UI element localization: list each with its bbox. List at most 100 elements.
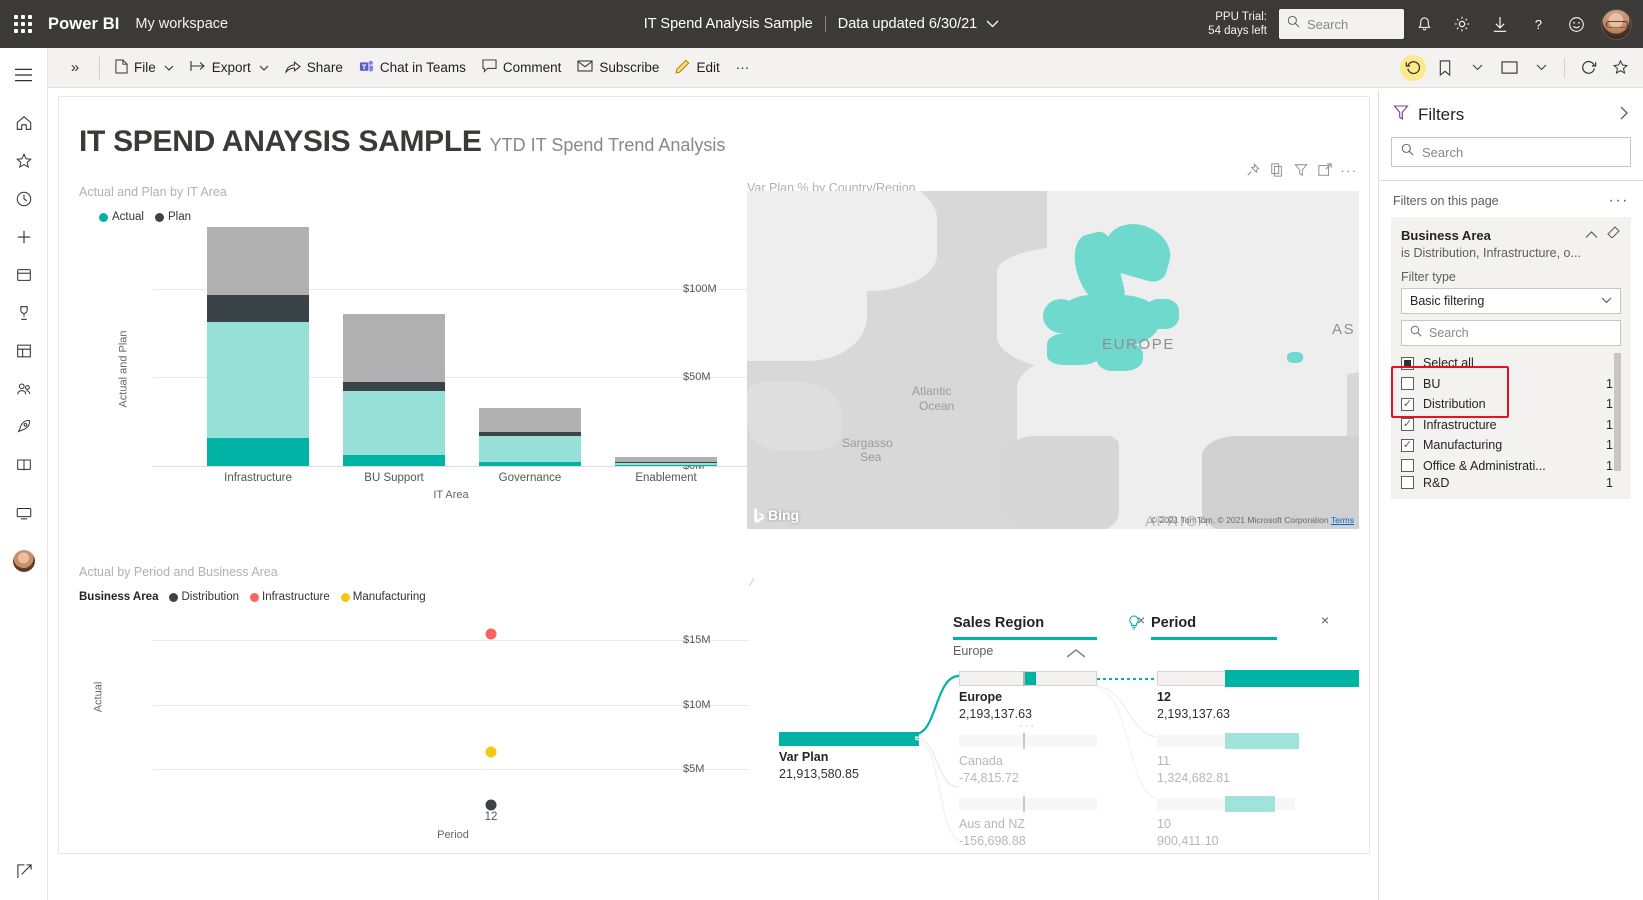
chat-in-teams-button[interactable]: T Chat in Teams bbox=[351, 51, 474, 85]
bar-infrastructure[interactable] bbox=[207, 227, 309, 466]
sidebar-item-learn[interactable] bbox=[0, 446, 48, 484]
checkbox-partial-icon[interactable] bbox=[1401, 357, 1414, 370]
focus-mode-icon[interactable] bbox=[1315, 160, 1335, 180]
visual-decomposition-tree[interactable]: ⁄ Sales Region × Europe Period × Var Pla… bbox=[747, 567, 1359, 849]
legend-item-distribution[interactable]: Distribution bbox=[169, 591, 239, 603]
filter-card-business-area[interactable]: Business Area is Distribution, Infrastru… bbox=[1391, 217, 1631, 499]
eraser-icon[interactable] bbox=[1607, 226, 1621, 244]
file-menu-button[interactable]: File bbox=[107, 51, 182, 85]
feedback-smiley-icon[interactable] bbox=[1558, 0, 1594, 48]
bookmarks-chevron-down-icon[interactable] bbox=[1462, 53, 1492, 83]
sidebar-item-favorites[interactable] bbox=[0, 142, 48, 180]
sidebar-item-deployment[interactable] bbox=[0, 408, 48, 446]
filter-option-office-administration[interactable]: Office & Administrati... 1 bbox=[1401, 456, 1621, 477]
expand-filter-pane-icon[interactable] bbox=[1620, 106, 1629, 123]
attribution-terms-link[interactable]: Terms bbox=[1331, 515, 1354, 525]
sidebar-item-workspaces[interactable] bbox=[0, 494, 48, 532]
data-updated-label[interactable]: Data updated 6/30/21 bbox=[838, 16, 977, 32]
refresh-button[interactable] bbox=[1573, 53, 1603, 83]
filter-type-dropdown[interactable]: Basic filtering bbox=[1401, 288, 1621, 314]
tree-node-more-icon[interactable]: ··· bbox=[1019, 720, 1036, 732]
filter-values-search-input[interactable] bbox=[1429, 326, 1589, 340]
sidebar-item-apps[interactable] bbox=[0, 332, 48, 370]
subscribe-button[interactable]: Subscribe bbox=[569, 51, 667, 85]
filters-search[interactable] bbox=[1391, 137, 1631, 167]
app-launcher-icon[interactable] bbox=[0, 0, 46, 48]
workspace-link[interactable]: My workspace bbox=[135, 16, 228, 32]
sidebar-item-my-workspace[interactable] bbox=[0, 542, 48, 580]
checkbox-checked-icon[interactable] bbox=[1401, 418, 1414, 431]
map-canvas[interactable]: EUROPE AS Atlantic Ocean Sargasso Sea AF… bbox=[747, 191, 1359, 529]
edit-button[interactable]: Edit bbox=[667, 51, 727, 85]
filter-option-distribution[interactable]: Distribution 1 bbox=[1401, 394, 1621, 415]
sidebar-item-shared[interactable] bbox=[0, 370, 48, 408]
tree-level-header-sales-region[interactable]: Sales Region bbox=[953, 615, 1044, 631]
bar-enablement[interactable] bbox=[615, 457, 717, 466]
download-icon[interactable] bbox=[1482, 0, 1518, 48]
tree-node-bar-aus-nz[interactable] bbox=[959, 798, 1097, 810]
checkbox-unchecked-icon[interactable] bbox=[1401, 459, 1414, 472]
expand-navigation-icon[interactable]: » bbox=[58, 51, 92, 85]
sidebar-item-recent[interactable] bbox=[0, 180, 48, 218]
checkbox-checked-icon[interactable] bbox=[1401, 439, 1414, 452]
filter-list-scrollbar[interactable] bbox=[1614, 353, 1621, 471]
data-point-infrastructure[interactable] bbox=[486, 629, 497, 640]
visual-actual-and-plan-by-it-area[interactable]: Actual and Plan by IT Area Actual Plan A… bbox=[79, 185, 749, 537]
account-avatar[interactable] bbox=[1601, 9, 1632, 40]
filter-values-search[interactable] bbox=[1401, 320, 1621, 346]
filter-icon[interactable] bbox=[1291, 160, 1311, 180]
legend-item-actual[interactable]: Actual bbox=[99, 211, 144, 223]
view-button[interactable] bbox=[1494, 53, 1524, 83]
report-name[interactable]: IT Spend Analysis Sample bbox=[644, 16, 813, 32]
ai-lightbulb-icon[interactable] bbox=[1127, 615, 1141, 636]
sidebar-item-home[interactable] bbox=[0, 104, 48, 142]
visual-var-plan-by-country-region[interactable]: ··· Var Plan % by Country/Region bbox=[747, 159, 1359, 549]
search-input[interactable] bbox=[1307, 17, 1393, 32]
resize-handle-icon[interactable]: ⁄ bbox=[751, 577, 753, 589]
filters-search-input[interactable] bbox=[1422, 145, 1602, 160]
view-chevron-down-icon[interactable] bbox=[1526, 53, 1556, 83]
pin-icon[interactable] bbox=[1243, 160, 1263, 180]
filter-option-select-all[interactable]: Select all bbox=[1401, 353, 1621, 374]
global-search[interactable] bbox=[1279, 9, 1404, 39]
settings-gear-icon[interactable] bbox=[1444, 0, 1480, 48]
help-icon[interactable]: ? bbox=[1520, 0, 1556, 48]
powerbi-brand[interactable]: Power BI bbox=[48, 15, 119, 34]
share-button[interactable]: Share bbox=[277, 51, 351, 85]
chevron-up-icon[interactable] bbox=[1585, 226, 1598, 244]
filter-option-rd[interactable]: R&D 1 bbox=[1401, 476, 1621, 489]
sidebar-item-datahub[interactable] bbox=[0, 256, 48, 294]
remove-level-icon[interactable]: × bbox=[1321, 612, 1329, 628]
chevron-down-icon[interactable] bbox=[986, 16, 999, 32]
legend-item-infrastructure[interactable]: Infrastructure bbox=[250, 591, 330, 603]
collapse-chevron-up-icon[interactable] bbox=[1065, 647, 1087, 665]
data-point-manufacturing[interactable] bbox=[486, 747, 497, 758]
checkbox-unchecked-icon[interactable] bbox=[1401, 476, 1414, 489]
legend-item-plan[interactable]: Plan bbox=[155, 211, 191, 223]
bar-governance[interactable] bbox=[479, 408, 581, 466]
filter-option-bu[interactable]: BU 1 bbox=[1401, 374, 1621, 395]
bing-logo[interactable]: Bing bbox=[753, 507, 799, 523]
hamburger-menu-icon[interactable] bbox=[0, 56, 48, 94]
checkbox-checked-icon[interactable] bbox=[1401, 398, 1414, 411]
sidebar-item-create[interactable] bbox=[0, 218, 48, 256]
sidebar-item-goals[interactable] bbox=[0, 294, 48, 332]
more-options-icon[interactable]: ··· bbox=[1339, 160, 1359, 180]
copy-icon[interactable] bbox=[1267, 160, 1287, 180]
open-new-window-icon[interactable] bbox=[0, 852, 48, 890]
reset-to-default-button[interactable] bbox=[1398, 53, 1428, 83]
export-menu-button[interactable]: Export bbox=[182, 51, 277, 85]
data-point-distribution[interactable] bbox=[486, 800, 497, 811]
legend-item-manufacturing[interactable]: Manufacturing bbox=[341, 591, 426, 603]
tree-root-bar[interactable] bbox=[779, 732, 919, 746]
filter-option-manufacturing[interactable]: Manufacturing 1 bbox=[1401, 435, 1621, 456]
bar-bu-support[interactable] bbox=[343, 314, 445, 466]
comment-button[interactable]: Comment bbox=[474, 51, 570, 85]
filter-option-infrastructure[interactable]: Infrastructure 1 bbox=[1401, 415, 1621, 436]
checkbox-unchecked-icon[interactable] bbox=[1401, 377, 1414, 390]
notifications-icon[interactable] bbox=[1406, 0, 1442, 48]
tree-node-bar-canada[interactable] bbox=[959, 735, 1097, 747]
filters-section-more-icon[interactable]: ··· bbox=[1609, 192, 1629, 210]
tree-level-header-period[interactable]: Period bbox=[1151, 615, 1196, 631]
favorite-star-icon[interactable] bbox=[1605, 53, 1635, 83]
